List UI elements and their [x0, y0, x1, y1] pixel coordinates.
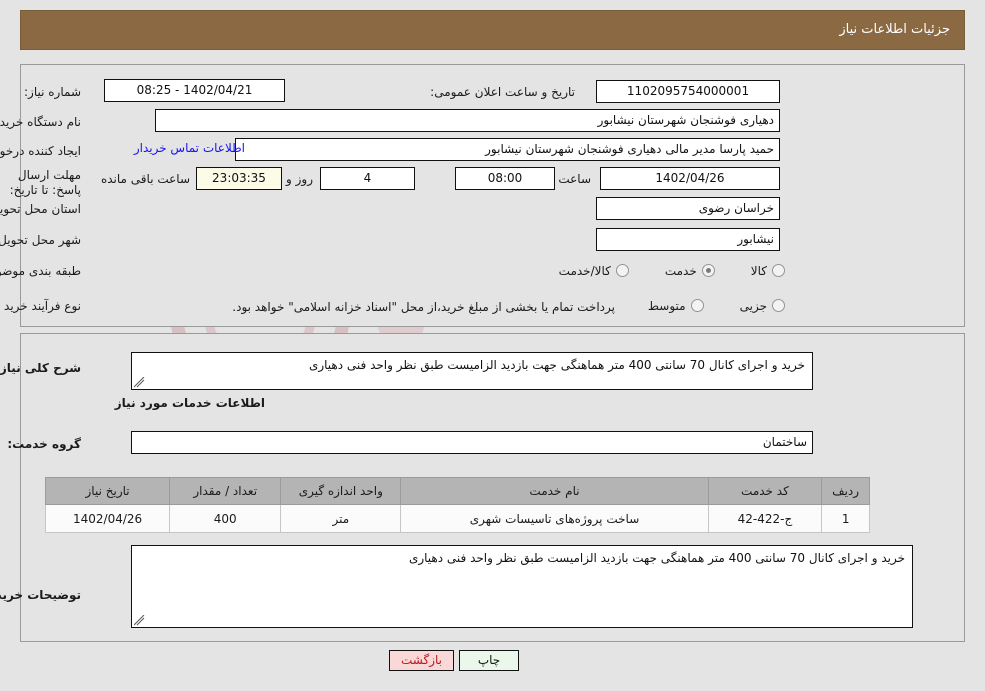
subject-category-option-label: کالا/خدمت	[558, 263, 611, 278]
subject-category-option-2[interactable]: کالا/خدمت	[559, 264, 629, 278]
request-creator-label: ایجاد کننده درخواست:	[0, 144, 81, 158]
radio-button-icon[interactable]	[701, 264, 715, 277]
subject-category-radio-group[interactable]: کالا خدمت کالا/خدمت	[523, 260, 785, 279]
table-column-header: ردیف	[821, 477, 870, 505]
print-button[interactable]: چاپ	[459, 650, 519, 671]
need-summary-label: شرح کلی نیاز:	[0, 361, 81, 375]
purchase-process-option-label: جزیی	[739, 298, 767, 313]
remaining-days-value: 4	[320, 167, 415, 190]
buyer-notes-value: خرید و اجرای کانال 70 سانتی 400 متر هماه…	[408, 551, 905, 565]
deadline-hour-label: ساعت	[558, 172, 591, 186]
subject-category-option-label: خدمت	[664, 263, 697, 278]
page-title: جزئیات اطلاعات نیاز	[839, 22, 950, 37]
radio-button-icon[interactable]	[615, 264, 629, 277]
radio-button-icon[interactable]	[772, 299, 785, 312]
table-cell-service-name: ساخت پروژه‌های تاسیسات شهری	[400, 504, 709, 533]
table-cell-need-date: 1402/04/26	[44, 504, 171, 533]
remaining-time-value: 23:03:35	[196, 167, 282, 190]
table-row: 1 ج-422-42 ساخت پروژه‌های تاسیسات شهری متر 4…	[44, 504, 870, 533]
subject-category-option-label: کالا	[750, 263, 767, 278]
subject-category-option-0[interactable]: کالا	[751, 264, 785, 278]
table-body: 1 ج-422-42 ساخت پروژه‌های تاسیسات شهری متر 4…	[44, 504, 870, 533]
table-cell-row-no: 1	[821, 504, 870, 533]
request-creator-value: حمید پارسا مدیر مالی دهیاری فوشنجان شهرس…	[235, 138, 780, 161]
deadline-date-value: 1402/04/26	[600, 167, 780, 190]
remaining-days-unit: روز و	[286, 172, 313, 186]
response-deadline-label: مهلت ارسال پاسخ: تا تاریخ:	[9, 168, 81, 197]
delivery-city-value: نیشابور	[596, 228, 780, 251]
announce-datetime-label: تاریخ و ساعت اعلان عمومی:	[430, 85, 575, 99]
need-info-panel	[20, 64, 965, 327]
service-group-value: ساختمان	[131, 431, 813, 454]
need-summary-value: خرید و اجرای کانال 70 سانتی 400 متر هماه…	[308, 358, 805, 372]
subject-category-label: طبقه بندی موضوعی:	[0, 264, 81, 278]
buyer-org-value: دهیاری فوشنجان شهرستان نیشابور	[155, 109, 780, 132]
purchase-process-option-0[interactable]: جزیی	[740, 299, 785, 313]
table-column-header: واحد اندازه گیری	[280, 477, 402, 505]
back-button[interactable]: بازگشت	[389, 650, 454, 671]
services-table: ردیف کد خدمت نام خدمت واحد اندازه گیری تعداد…	[44, 477, 870, 533]
radio-button-icon[interactable]	[772, 264, 785, 277]
resize-grip-icon[interactable]	[134, 377, 145, 388]
page-root: AriaTender.net جزئیات اطلاعات نیاز شماره…	[0, 0, 985, 691]
radio-button-icon[interactable]	[690, 299, 704, 312]
need-number-value: 1102095754000001	[596, 80, 780, 103]
buyer-notes-textarea[interactable]: خرید و اجرای کانال 70 سانتی 400 متر هماه…	[131, 545, 913, 628]
table-column-header: کد خدمت	[707, 477, 823, 505]
table-cell-quantity: 400	[169, 504, 282, 533]
purchase-process-label: نوع فرآیند خرید :	[0, 299, 81, 313]
purchase-process-note: پرداخت تمام یا بخشی از مبلغ خرید،از محل …	[232, 300, 615, 314]
deadline-hour-value: 08:00	[455, 167, 555, 190]
subject-category-option-1[interactable]: خدمت	[665, 264, 715, 278]
service-group-label: گروه خدمت:	[7, 437, 81, 451]
buyer-contact-link[interactable]: اطلاعات تماس خریدار	[134, 141, 245, 155]
table-column-header: تاریخ نیاز	[44, 477, 171, 505]
delivery-province-value: خراسان رضوی	[596, 197, 780, 220]
table-header-row: ردیف کد خدمت نام خدمت واحد اندازه گیری تعداد…	[44, 477, 870, 505]
purchase-process-option-1[interactable]: متوسط	[648, 299, 704, 313]
table-column-header: تعداد / مقدار	[169, 477, 282, 505]
announce-datetime-value: 1402/04/21 - 08:25	[104, 79, 285, 102]
page-header: جزئیات اطلاعات نیاز	[20, 10, 965, 50]
buyer-org-label: نام دستگاه خریدار:	[0, 115, 81, 129]
need-summary-textarea[interactable]: خرید و اجرای کانال 70 سانتی 400 متر هماه…	[131, 352, 813, 390]
services-heading: اطلاعات خدمات مورد نیاز	[114, 396, 265, 410]
resize-grip-icon[interactable]	[134, 615, 145, 626]
purchase-process-option-label: متوسط	[647, 298, 686, 313]
need-number-label: شماره نیاز:	[24, 85, 81, 99]
remaining-time-unit: ساعت باقی مانده	[100, 172, 190, 186]
table-column-header: نام خدمت	[400, 477, 709, 505]
purchase-process-radio-group[interactable]: جزیی متوسط	[612, 295, 785, 314]
table-cell-unit: متر	[280, 504, 402, 533]
delivery-province-label: استان محل تحویل:	[0, 202, 81, 216]
delivery-city-label: شهر محل تحویل:	[0, 233, 81, 247]
buyer-notes-label: توضیحات خریدار:	[0, 588, 81, 602]
table-cell-service-code: ج-422-42	[707, 504, 823, 533]
